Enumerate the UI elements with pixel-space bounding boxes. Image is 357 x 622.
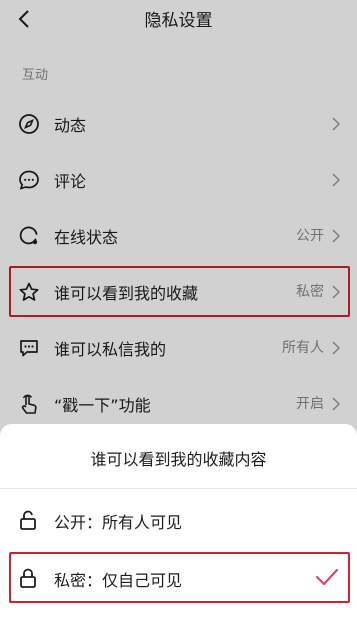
section-label-interaction: 互动 — [22, 68, 49, 83]
sheet-divider — [0, 488, 357, 489]
chevron-right-icon — [332, 397, 340, 411]
header: 隐私设置 — [0, 0, 357, 38]
sheet-title: 谁可以看到我的收藏内容 — [90, 450, 267, 469]
highlight-box-favorites-row — [9, 266, 350, 317]
settings-row-value: 所有人 — [282, 340, 324, 356]
message-icon — [20, 340, 38, 357]
online-status-icon — [19, 226, 38, 245]
comment-icon — [19, 170, 39, 190]
chevron-right-icon — [332, 341, 340, 355]
highlight-box-private-option — [9, 552, 350, 603]
settings-row-poke[interactable]: “戳一下”功能 开启 — [0, 375, 357, 431]
chevron-right-icon — [332, 229, 340, 243]
settings-row-value: 公开 — [296, 228, 324, 244]
settings-row-moments[interactable]: 动态 — [0, 95, 357, 151]
unlock-icon — [20, 510, 36, 530]
page-title: 隐私设置 — [144, 11, 213, 31]
poke-hand-icon — [21, 394, 37, 414]
settings-row-label: “戳一下”功能 — [54, 396, 151, 415]
settings-row-direct-message[interactable]: 谁可以私信我的 所有人 — [0, 319, 357, 375]
settings-row-label: 评论 — [54, 172, 87, 191]
privacy-settings-screen: 隐私设置 互动 动态 评论 在线状态 公开 谁可以看到我的收藏 私密 谁可以私信… — [0, 0, 357, 622]
settings-row-value: 开启 — [296, 396, 324, 412]
option-label: 公开：所有人可见 — [54, 513, 183, 532]
chevron-right-icon — [332, 117, 340, 131]
settings-row-label: 在线状态 — [54, 228, 119, 247]
compass-icon — [19, 114, 39, 134]
settings-row-online-status[interactable]: 在线状态 公开 — [0, 207, 357, 263]
chevron-right-icon — [332, 173, 340, 187]
settings-row-label: 谁可以私信我的 — [54, 340, 167, 359]
settings-row-comments[interactable]: 评论 — [0, 151, 357, 207]
settings-row-label: 动态 — [54, 116, 87, 135]
option-public[interactable]: 公开：所有人可见 — [0, 492, 357, 548]
